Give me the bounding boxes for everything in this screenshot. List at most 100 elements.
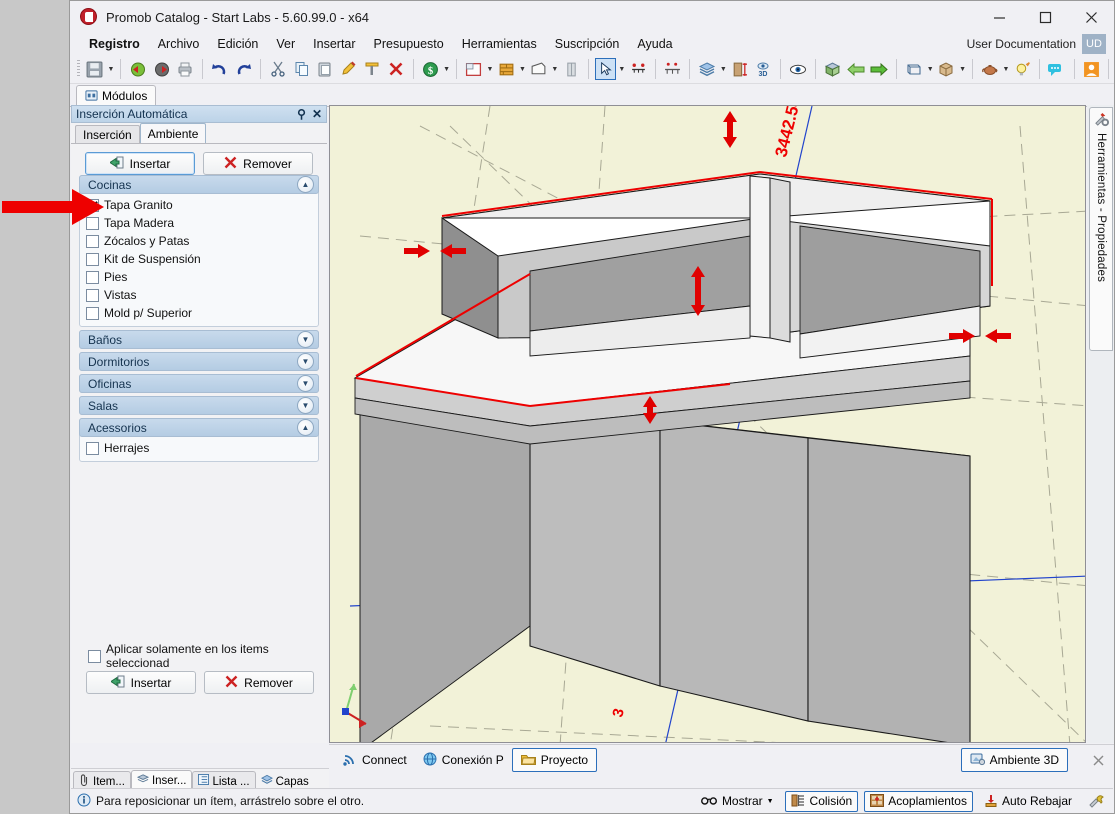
remover-button-bottom[interactable]: Remover bbox=[204, 671, 314, 694]
group-header-salas[interactable]: Salas ▼ bbox=[79, 396, 319, 415]
group-header-dormitorios[interactable]: Dormitorios ▼ bbox=[79, 352, 319, 371]
cut-icon[interactable] bbox=[267, 58, 289, 80]
paste-icon[interactable] bbox=[314, 58, 336, 80]
print-icon[interactable] bbox=[174, 58, 196, 80]
list-item[interactable]: Kit de Suspensión bbox=[86, 250, 318, 268]
mostrar-button[interactable]: Mostrar ▼ bbox=[696, 792, 779, 811]
roof-icon[interactable] bbox=[528, 58, 550, 80]
user-icon[interactable] bbox=[1081, 58, 1103, 80]
list-item[interactable]: Pies bbox=[86, 268, 318, 286]
view-tab-ambiente-3d[interactable]: Ambiente 3D bbox=[960, 748, 1068, 772]
wrench-icon[interactable] bbox=[1083, 792, 1109, 811]
close-icon[interactable]: ✕ bbox=[312, 107, 322, 121]
checkbox-vistas[interactable] bbox=[86, 288, 99, 302]
acoplamientos-button[interactable]: Acoplamientos bbox=[864, 790, 973, 812]
export-icon[interactable] bbox=[151, 58, 173, 80]
back-arrow-icon[interactable] bbox=[845, 58, 867, 80]
brick-dropdown-arrow[interactable]: ▼ bbox=[518, 58, 527, 80]
checkbox-tapa-madera[interactable] bbox=[86, 216, 99, 230]
list-item[interactable]: Zócalos y Patas bbox=[86, 232, 318, 250]
chevron-down-icon[interactable]: ▼ bbox=[297, 331, 314, 348]
chat-icon[interactable] bbox=[1046, 58, 1068, 80]
dimension-icon[interactable] bbox=[662, 58, 684, 80]
wall-icon[interactable] bbox=[463, 58, 485, 80]
group-header-acessorios[interactable]: Acessorios ▲ bbox=[79, 418, 319, 437]
menu-item-ayuda[interactable]: Ayuda bbox=[628, 35, 681, 53]
chevron-down-icon[interactable]: ▼ bbox=[297, 375, 314, 392]
tab-herramientas-propiedades[interactable]: Herramientas - Propiedades bbox=[1089, 107, 1113, 351]
forward-arrow-icon[interactable] bbox=[869, 58, 891, 80]
redo-icon[interactable] bbox=[233, 58, 255, 80]
light-bulb-icon[interactable] bbox=[1011, 58, 1033, 80]
chevron-up-icon[interactable]: ▲ bbox=[297, 176, 314, 193]
perspective-icon[interactable] bbox=[903, 58, 925, 80]
checkbox-aplicar-solamente[interactable] bbox=[88, 649, 101, 663]
list-item[interactable]: Herrajes bbox=[86, 439, 318, 457]
layers-icon[interactable] bbox=[696, 58, 718, 80]
currency-dropdown-arrow[interactable]: ▼ bbox=[442, 58, 451, 80]
minimize-icon[interactable] bbox=[976, 1, 1022, 33]
wall-dropdown-arrow[interactable]: ▼ bbox=[486, 58, 495, 80]
currency-icon[interactable]: $ bbox=[420, 58, 442, 80]
paint-brush-icon[interactable] bbox=[338, 58, 360, 80]
height-icon[interactable] bbox=[729, 58, 751, 80]
measure-icon[interactable] bbox=[627, 58, 649, 80]
select-dropdown-arrow[interactable]: ▼ bbox=[617, 58, 626, 80]
delete-icon[interactable] bbox=[385, 58, 407, 80]
perspective-dropdown-arrow[interactable]: ▼ bbox=[926, 58, 935, 80]
list-item[interactable]: Tapa Madera bbox=[86, 214, 318, 232]
checkbox-pies[interactable] bbox=[86, 270, 99, 284]
chevron-down-icon[interactable]: ▼ bbox=[297, 397, 314, 414]
import-icon[interactable] bbox=[127, 58, 149, 80]
box-view-icon[interactable] bbox=[936, 58, 958, 80]
list-item[interactable]: Mold p/ Superior bbox=[86, 304, 318, 322]
group-header-oficinas[interactable]: Oficinas ▼ bbox=[79, 374, 319, 393]
pin-icon[interactable]: ⚲ bbox=[297, 107, 306, 121]
insertar-button-top[interactable]: Insertar bbox=[85, 152, 195, 175]
menu-item-ver[interactable]: Ver bbox=[267, 35, 304, 53]
menu-item-herramientas[interactable]: Herramientas bbox=[453, 35, 546, 53]
tab-insercion[interactable]: Inserción bbox=[75, 125, 140, 143]
menu-item-suscripcion[interactable]: Suscripción bbox=[546, 35, 629, 53]
close-icon[interactable] bbox=[1068, 1, 1114, 33]
list-item[interactable]: Vistas bbox=[86, 286, 318, 304]
layers-dropdown-arrow[interactable]: ▼ bbox=[719, 58, 728, 80]
undo-icon[interactable] bbox=[209, 58, 231, 80]
3d-viewport[interactable]: 3442.54 3 bbox=[329, 105, 1086, 743]
checkbox-kit-de-suspension[interactable] bbox=[86, 252, 99, 266]
checkbox-herrajes[interactable] bbox=[86, 441, 99, 455]
menu-item-registro[interactable]: Registro bbox=[80, 35, 149, 53]
chevron-down-icon[interactable]: ▼ bbox=[297, 353, 314, 370]
view-tab-conexion-p[interactable]: Conexión P bbox=[415, 749, 512, 771]
menu-item-edicion[interactable]: Edición bbox=[208, 35, 267, 53]
checkbox-tapa-granito[interactable] bbox=[86, 198, 99, 212]
dropdown-arrow[interactable]: ▼ bbox=[767, 798, 774, 805]
group-header-cocinas[interactable]: Cocinas ▲ bbox=[79, 175, 319, 194]
menu-item-insertar[interactable]: Insertar bbox=[304, 35, 364, 53]
menu-item-presupuesto[interactable]: Presupuesto bbox=[365, 35, 453, 53]
view-tab-connect[interactable]: Connect bbox=[335, 749, 415, 771]
remover-button-top[interactable]: Remover bbox=[203, 152, 313, 175]
save-dropdown-arrow[interactable]: ▼ bbox=[107, 58, 116, 80]
render-icon[interactable] bbox=[821, 58, 843, 80]
format-painter-icon[interactable] bbox=[362, 58, 384, 80]
user-badge[interactable]: UD bbox=[1082, 34, 1106, 54]
toolbar-grip[interactable] bbox=[77, 60, 80, 78]
roof-dropdown-arrow[interactable]: ▼ bbox=[550, 58, 559, 80]
teapot-icon[interactable] bbox=[979, 58, 1001, 80]
select-arrow-icon[interactable] bbox=[594, 58, 617, 80]
eye-icon[interactable] bbox=[787, 58, 809, 80]
teapot-dropdown-arrow[interactable]: ▼ bbox=[1002, 58, 1011, 80]
chevron-up-icon[interactable]: ▲ bbox=[297, 419, 314, 436]
close-icon[interactable] bbox=[1093, 755, 1104, 766]
auto-rebajar-button[interactable]: Auto Rebajar bbox=[979, 792, 1077, 811]
view-tab-proyecto[interactable]: Proyecto bbox=[511, 748, 598, 772]
checkbox-zocalos-y-patas[interactable] bbox=[86, 234, 99, 248]
checkbox-mold-p-superior[interactable] bbox=[86, 306, 99, 320]
box-view-dropdown-arrow[interactable]: ▼ bbox=[958, 58, 967, 80]
colision-button[interactable]: Colisión bbox=[784, 790, 859, 812]
door-icon[interactable] bbox=[560, 58, 582, 80]
maximize-icon[interactable] bbox=[1022, 1, 1068, 33]
menu-item-archivo[interactable]: Archivo bbox=[149, 35, 209, 53]
apply-selected-row[interactable]: Aplicar solamente en los items seleccion… bbox=[72, 642, 328, 670]
